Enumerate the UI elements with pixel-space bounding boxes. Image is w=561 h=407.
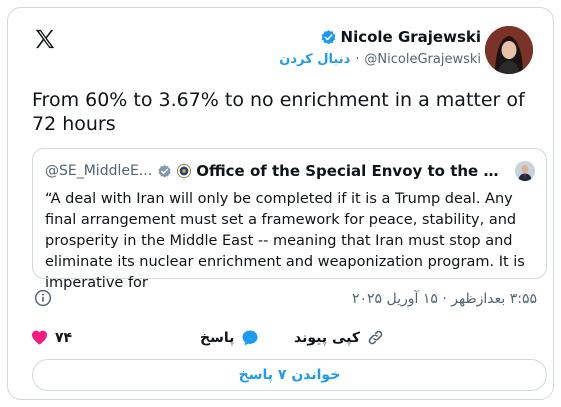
author-block: Nicole Grajewski @NicoleGrajewski · دنبا… [279,28,481,67]
quote-avatar[interactable] [515,161,535,181]
reply-icon [242,330,258,346]
x-logo-icon[interactable] [34,28,56,50]
copy-link-label: کپی پیوند [294,329,360,346]
like-button[interactable]: ۷۴ [30,328,72,347]
avatar-image [485,26,533,74]
tweet-text: From 60% to 3.67% to no enrichment in a … [32,89,525,135]
separator-dot: · [355,52,360,67]
follow-button[interactable]: دنبال کردن [279,52,350,67]
read-replies-button[interactable]: خواندن ۷ پاسخ [32,359,547,391]
like-count: ۷۴ [55,329,73,346]
copy-link-button[interactable]: کپی پیوند [294,328,385,347]
quote-text: “A deal with Iran will only be completed… [45,191,525,291]
reply-label: پاسخ [200,330,235,346]
heart-icon [31,330,48,345]
tweet-card: Nicole Grajewski @NicoleGrajewski · دنبا… [7,7,554,400]
verified-icon [321,29,335,44]
government-seal-icon [177,164,192,178]
info-icon[interactable] [34,289,52,307]
link-icon [368,330,383,345]
quote-handle[interactable]: @SE_MiddleE... [45,163,152,179]
author-avatar[interactable] [485,26,533,74]
quoted-tweet[interactable]: @SE_MiddleE... Office of the Special Env… [32,148,547,291]
verified-gray-icon [158,164,171,178]
action-bar: ۷۴ پاسخ کپی پیوند [30,328,530,350]
author-handle[interactable]: @NicoleGrajewski [364,52,481,67]
author-name[interactable]: Nicole Grajewski [341,28,481,46]
reply-button[interactable]: پاسخ [200,328,260,348]
tweet-timestamp[interactable]: ۳:۵۵ بعدازظهر · ۱۵ آوریل ۲۰۲۵ [352,291,537,307]
quote-avatar-image [515,161,535,181]
quote-author-name[interactable]: Office of the Special Envoy to the Middl… [196,162,506,180]
